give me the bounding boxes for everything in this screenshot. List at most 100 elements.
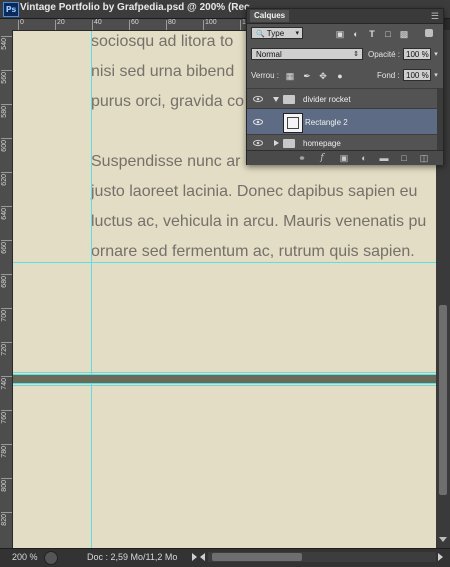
visibility-eye-icon[interactable] xyxy=(253,117,263,127)
expand-closed-icon[interactable] xyxy=(274,140,279,146)
image-filter-icon[interactable]: ▣ xyxy=(335,29,345,39)
text-line: purus orci, gravida co xyxy=(91,93,244,110)
ruler-label: 720 xyxy=(1,344,8,356)
horizontal-scrollbar[interactable] xyxy=(208,552,436,562)
scroll-right-icon[interactable] xyxy=(438,553,443,561)
status-menu-arrow-icon[interactable] xyxy=(192,553,197,561)
lock-all-icon[interactable]: ● xyxy=(335,71,345,81)
ruler-tick xyxy=(1,240,12,241)
chevron-down-icon[interactable]: ▾ xyxy=(431,50,441,60)
ruler-tick xyxy=(55,20,56,30)
ruler-tick xyxy=(1,410,12,411)
layer-thumbnail xyxy=(283,113,303,133)
ruler-label: 60 xyxy=(131,19,139,26)
ruler-label: 580 xyxy=(1,106,8,118)
horizontal-guide[interactable] xyxy=(13,385,436,386)
chevron-down-icon[interactable]: ▾ xyxy=(431,71,441,81)
layers-panel: Calques ☰ 🔍 Type ▾ ▣ ◐ T □ ▩ Normal ⇕ Op… xyxy=(246,8,444,165)
expand-open-icon[interactable] xyxy=(273,97,279,102)
zoom-level[interactable]: 200 % xyxy=(12,552,38,562)
ruler-label: 700 xyxy=(1,310,8,322)
blend-mode-select[interactable]: Normal ⇕ xyxy=(251,48,363,60)
layer-row-homepage[interactable]: homepage xyxy=(247,134,443,151)
photoshop-logo-icon: Ps xyxy=(3,2,19,17)
lock-pixels-icon[interactable]: ✒ xyxy=(302,71,312,81)
ruler-tick xyxy=(1,308,12,309)
shape-thumbnail-icon xyxy=(287,117,299,129)
ruler-tick xyxy=(166,20,167,30)
ruler-label: 820 xyxy=(1,514,8,526)
status-info-icon[interactable] xyxy=(44,551,58,565)
new-layer-icon[interactable]: □ xyxy=(399,153,409,163)
horizontal-guide[interactable] xyxy=(13,372,436,373)
ruler-label: 660 xyxy=(1,242,8,254)
text-line: Suspendisse nunc ar xyxy=(91,153,241,170)
layer-filter-select[interactable]: 🔍 Type ▾ xyxy=(251,27,303,39)
ruler-tick xyxy=(1,342,12,343)
layers-scrollbar[interactable] xyxy=(437,88,443,150)
lock-row: Verrou : ▦ ✒ ✥ ● Fond : 100 % ▾ xyxy=(247,68,443,82)
tab-layers[interactable]: Calques xyxy=(250,10,290,22)
ruler-label: 560 xyxy=(1,72,8,84)
fx-icon[interactable]: f xyxy=(317,153,327,163)
text-line: nisi sed urna bibend xyxy=(91,63,235,80)
visibility-eye-icon[interactable] xyxy=(253,138,263,148)
visibility-eye-icon[interactable] xyxy=(253,94,263,104)
ruler-tick xyxy=(129,20,130,30)
layer-row-divider-rocket[interactable]: divider rocket xyxy=(247,88,443,109)
shape-filter-icon[interactable]: □ xyxy=(383,29,393,39)
ruler-tick xyxy=(1,512,12,513)
filter-label: Type xyxy=(266,29,285,38)
ruler-label: 780 xyxy=(1,446,8,458)
lock-transparency-icon[interactable]: ▦ xyxy=(285,71,295,81)
ruler-label: 680 xyxy=(1,276,8,288)
ruler-label: 600 xyxy=(1,140,8,152)
search-icon: 🔍 xyxy=(256,31,265,38)
adjustment-layer-icon[interactable]: ◐ xyxy=(359,153,369,163)
ruler-label: 540 xyxy=(1,38,8,50)
folder-icon xyxy=(283,139,295,148)
ruler-label: 80 xyxy=(168,19,176,26)
ruler-tick xyxy=(1,104,12,105)
ruler-tick xyxy=(1,138,12,139)
smart-object-filter-icon[interactable]: ▩ xyxy=(399,29,409,39)
document-title[interactable]: Vintage Portfolio by Grafpedia.psd @ 200… xyxy=(20,2,250,13)
ruler-tick xyxy=(1,70,12,71)
horizontal-guide[interactable] xyxy=(13,262,436,263)
trash-icon[interactable]: ◫ xyxy=(419,153,429,163)
ruler-tick xyxy=(1,36,12,37)
lock-position-icon[interactable]: ✥ xyxy=(318,71,328,81)
fill-label: Fond : xyxy=(377,71,400,80)
layer-row-rectangle-2[interactable]: Rectangle 2 xyxy=(247,108,443,135)
chevron-down-icon: ▾ xyxy=(295,30,299,37)
new-group-icon[interactable]: ▬ xyxy=(379,153,389,163)
scroll-down-icon[interactable] xyxy=(439,537,447,542)
text-line: sociosqu ad litora to xyxy=(91,33,234,50)
scrollbar-thumb[interactable] xyxy=(439,305,447,495)
opacity-label: Opacité : xyxy=(368,50,401,59)
type-filter-icon[interactable]: T xyxy=(367,29,377,39)
opacity-input[interactable]: 100 % xyxy=(403,48,431,60)
fill-input[interactable]: 100 % xyxy=(403,69,431,81)
link-layers-icon[interactable]: ⚭ xyxy=(297,153,307,163)
filter-toggle-icon[interactable] xyxy=(425,29,433,37)
ruler-label: 760 xyxy=(1,412,8,424)
vertical-ruler[interactable]: 540 560 580 600 620 640 660 680 700 720 740 760 780 8… xyxy=(0,30,13,548)
add-mask-icon[interactable]: ▣ xyxy=(339,153,349,163)
ruler-tick xyxy=(1,172,12,173)
filter-row: 🔍 Type ▾ ▣ ◐ T □ ▩ xyxy=(247,26,443,40)
vertical-guide[interactable] xyxy=(91,31,92,548)
lock-label: Verrou : xyxy=(251,71,280,80)
panel-menu-icon[interactable]: ☰ xyxy=(431,11,439,22)
ruler-origin[interactable] xyxy=(0,19,12,30)
scroll-left-icon[interactable] xyxy=(200,553,205,561)
adjustment-filter-icon[interactable]: ◐ xyxy=(351,29,361,39)
ruler-tick xyxy=(1,478,12,479)
status-bar: 200 % Doc : 2,59 Mo/11,2 Mo xyxy=(0,548,450,567)
ruler-tick xyxy=(92,20,93,30)
ruler-label: 40 xyxy=(94,19,102,26)
ruler-tick xyxy=(1,444,12,445)
layer-name: Rectangle 2 xyxy=(305,118,348,127)
document-info: Doc : 2,59 Mo/11,2 Mo xyxy=(87,552,178,562)
scrollbar-thumb[interactable] xyxy=(212,553,302,561)
